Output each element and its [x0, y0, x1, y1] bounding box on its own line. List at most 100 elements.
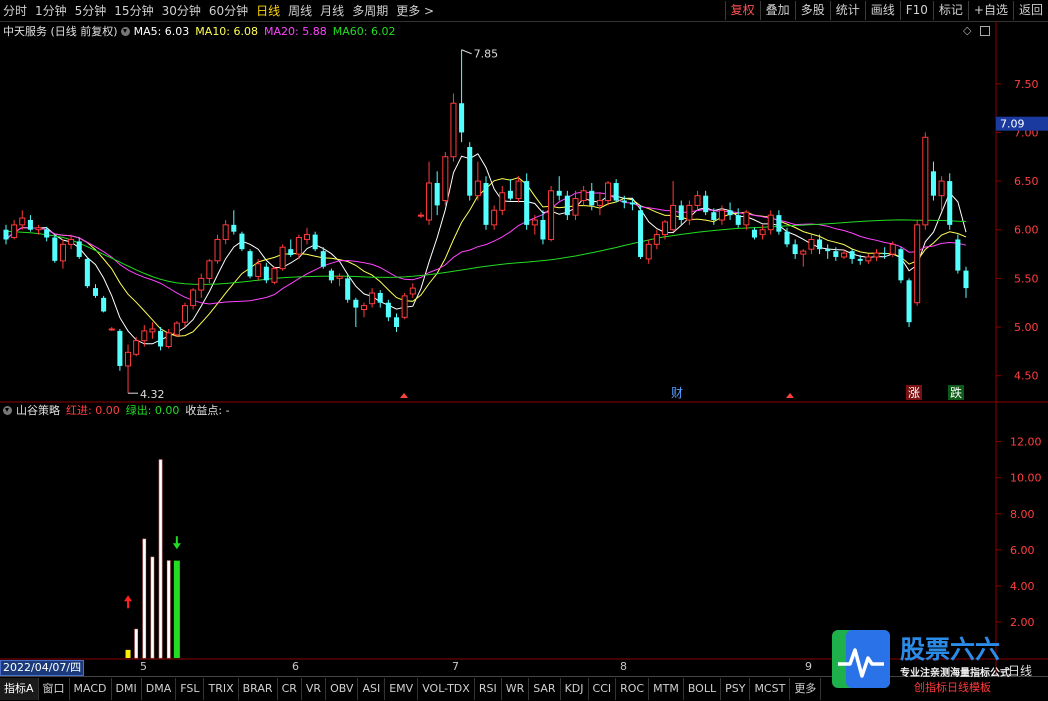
indicator-name[interactable]: 山谷策略 — [16, 402, 60, 418]
candle-body-down — [507, 190, 513, 199]
candle-body-up — [271, 268, 278, 283]
indicator-tab[interactable]: 更多 — [790, 678, 822, 700]
candle-body-up — [206, 260, 213, 279]
indicator-bar — [125, 649, 131, 658]
logo-overlay-text: 创指标日线模板 — [914, 680, 991, 694]
timeframe-tab[interactable]: 周线 — [288, 2, 312, 19]
candle-body-down — [377, 292, 383, 303]
zhang-marker: 涨 — [908, 385, 920, 400]
timeframe-tab[interactable]: 分时 — [3, 2, 27, 19]
timeframe-tab[interactable]: 30分钟 — [162, 2, 201, 19]
ma10-label: MA10: 6.08 — [195, 24, 259, 38]
candle-body-down — [52, 237, 58, 261]
candle-body-up — [474, 180, 481, 197]
candle-body-down — [524, 181, 530, 225]
diamond-icon[interactable]: ◇ — [963, 24, 971, 37]
timeframe-tab[interactable]: 1分钟 — [35, 2, 67, 19]
indicator-tab[interactable]: BOLL — [684, 678, 722, 700]
indicator-tab[interactable]: 指标A — [0, 678, 39, 700]
indicator-tab[interactable]: VOL-TDX — [418, 678, 475, 700]
indicator-tab[interactable]: MCST — [750, 678, 791, 700]
candle-body-down — [3, 229, 9, 240]
candle-body-down — [825, 249, 831, 252]
indicator-tab[interactable]: DMA — [142, 678, 177, 700]
current-price-label: 7.09 — [1000, 118, 1025, 131]
toolbar-button[interactable]: 统计 — [829, 1, 865, 20]
candle-body-down — [613, 183, 619, 201]
candle-body-up — [499, 192, 506, 211]
candle-body-up — [767, 214, 774, 231]
candle-body-down — [263, 266, 269, 281]
indicator-bar — [173, 560, 180, 658]
indicator-tab[interactable]: PSY — [721, 678, 751, 700]
candle-body-down — [906, 280, 912, 323]
indicator-tab[interactable]: FSL — [176, 678, 205, 700]
indicator-tab[interactable]: DMI — [112, 678, 142, 700]
candle-body-up — [450, 102, 457, 158]
indicator-tab[interactable]: WR — [502, 678, 530, 700]
maximize-icon[interactable] — [980, 26, 990, 36]
timeframe-tab[interactable]: 更多 > — [396, 2, 434, 19]
candle-body-up — [800, 250, 807, 255]
toolbar-button[interactable]: 叠加 — [759, 1, 795, 20]
candle-body-up — [417, 214, 424, 217]
candle-body-down — [84, 258, 90, 287]
candle-body-up — [108, 328, 115, 331]
timeframe-tab[interactable]: 日线 — [256, 2, 280, 19]
candle-body-up — [279, 246, 286, 270]
timeframe-tab[interactable]: 多周期 — [352, 2, 388, 19]
indicator-tab[interactable]: BRAR — [239, 678, 278, 700]
toolbar-button[interactable]: F10 — [899, 1, 933, 20]
candle-body-up — [743, 211, 750, 226]
dropdown-icon[interactable] — [3, 405, 12, 415]
toolbar-button[interactable]: 标记 — [932, 1, 968, 20]
candle-body-up — [548, 190, 555, 240]
indicator-tab[interactable]: EMV — [385, 678, 419, 700]
indicator-tab[interactable]: ROC — [616, 678, 650, 700]
timeframe-tab[interactable]: 60分钟 — [209, 2, 248, 19]
price-tick-label: 5.50 — [1014, 272, 1039, 285]
candle-body-down — [101, 297, 107, 312]
indicator-tab[interactable]: CCI — [589, 678, 617, 700]
stock-title[interactable]: 中天服务 (日线 前复权) — [3, 23, 118, 39]
ind-tick-label: 8.00 — [1010, 508, 1035, 521]
indicator-tab[interactable]: 窗口 — [39, 678, 70, 700]
candle-body-down — [882, 253, 888, 255]
indicator-tab[interactable]: CR — [278, 678, 302, 700]
indicator-tab[interactable]: VR — [302, 678, 327, 700]
indicator-tab[interactable]: KDJ — [561, 678, 589, 700]
candle-body-down — [711, 212, 717, 220]
toolbar-button[interactable]: +自选 — [967, 1, 1013, 20]
toolbar-button[interactable]: 复权 — [724, 1, 760, 20]
indicator-tab[interactable]: MTM — [649, 678, 684, 700]
indicator-tab[interactable]: MACD — [70, 678, 112, 700]
candle-body-down — [947, 181, 953, 225]
candle-body-up — [653, 234, 660, 245]
ind-tick-label: 2.00 — [1010, 616, 1035, 629]
indicator-tab[interactable]: TRIX — [204, 678, 239, 700]
timeframe-tab[interactable]: 5分钟 — [75, 2, 107, 19]
indicator-tab[interactable]: SAR — [529, 678, 561, 700]
indicator-tab[interactable]: RSI — [475, 678, 502, 700]
candle-body-up — [865, 256, 872, 262]
candle-body-up — [572, 198, 579, 216]
candle-body-up — [686, 204, 693, 221]
candle-body-down — [393, 317, 400, 328]
indicator-tab[interactable]: ASI — [358, 678, 386, 700]
toolbar-button[interactable]: 返回 — [1012, 1, 1048, 20]
candle-body-down — [727, 210, 733, 216]
candle-body-up — [840, 252, 847, 258]
timeframe-tab[interactable]: 月线 — [320, 2, 344, 19]
candle-body-up — [35, 227, 42, 231]
indicator-tab[interactable]: OBV — [326, 678, 359, 700]
timeframe-tab[interactable]: 15分钟 — [114, 2, 153, 19]
toolbar-button[interactable]: 多股 — [794, 1, 830, 20]
toolbar-button[interactable]: 画线 — [864, 1, 900, 20]
candle-body-down — [467, 147, 473, 196]
candle-body-up — [718, 209, 725, 221]
candle-body-down — [44, 229, 50, 238]
candle-body-down — [540, 220, 546, 240]
candle-body-down — [320, 251, 326, 267]
dropdown-icon[interactable] — [120, 26, 130, 36]
candle-body-down — [92, 288, 99, 296]
